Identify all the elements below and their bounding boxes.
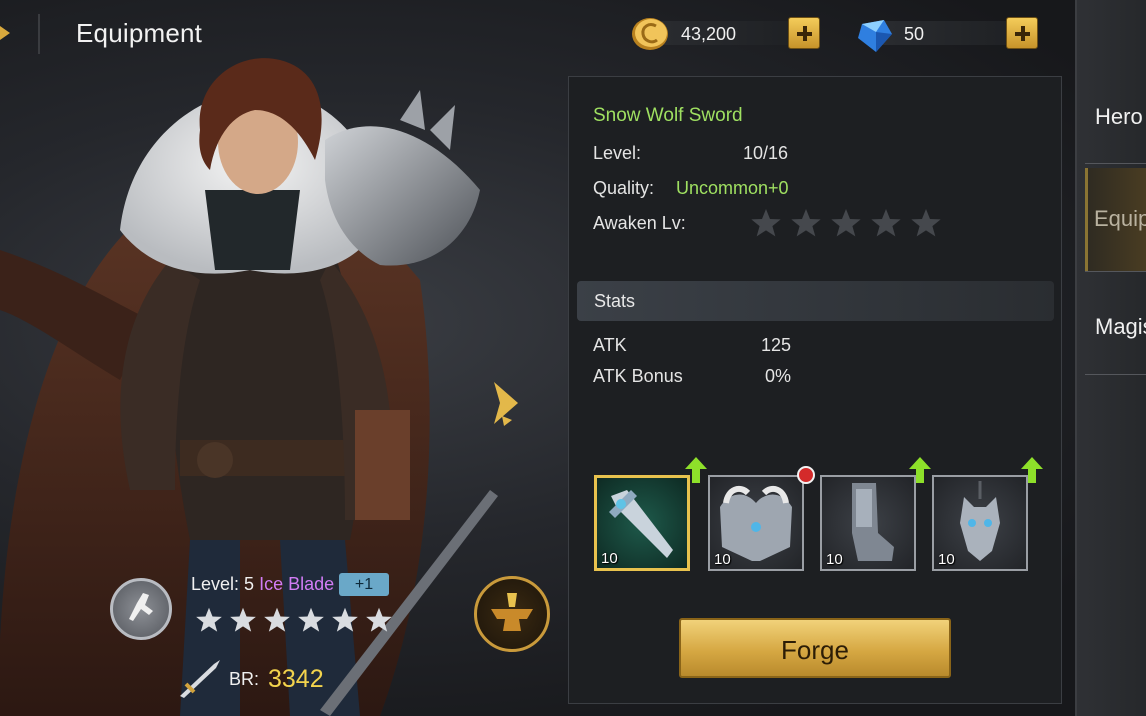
- top-bar: Equipment 43,200 50: [0, 0, 1075, 68]
- slot-level: 10: [826, 551, 843, 568]
- awaken-label: Awaken Lv:: [593, 213, 686, 233]
- equipment-slot-armor[interactable]: 10: [708, 475, 804, 571]
- hero-star-rating: [195, 606, 393, 634]
- add-gold-button[interactable]: [788, 17, 820, 49]
- upgrade-arrow-icon: [685, 457, 707, 483]
- stats-header-bar: Stats: [577, 281, 1054, 321]
- side-menu-equipment[interactable]: Equipment: [1085, 168, 1146, 272]
- gold-amount: 43,200: [681, 24, 737, 44]
- upgrade-arrow-icon: [909, 457, 931, 483]
- equipment-slot-boots[interactable]: 10: [820, 475, 916, 571]
- hero-level-line: Level: 5 Ice Blade: [191, 574, 334, 595]
- slot-level: 10: [714, 551, 731, 568]
- quality-value: Uncommon+0: [676, 178, 789, 198]
- star-icon: [751, 209, 781, 237]
- item-name: Snow Wolf Sword: [593, 105, 743, 126]
- stat-value: 0%: [765, 366, 792, 386]
- side-menu: Hero Equipment Magister: [1075, 0, 1146, 716]
- running-figure-icon: [129, 593, 153, 621]
- equipment-slot-amulet[interactable]: 10: [932, 475, 1028, 571]
- star-icon: [911, 209, 941, 237]
- gold-coin-icon: [632, 18, 668, 50]
- side-menu-divider: [1085, 271, 1146, 272]
- hero-plus-badge: +1: [339, 573, 389, 596]
- add-gem-button[interactable]: [1006, 17, 1038, 49]
- quality-label: Quality:: [593, 178, 655, 198]
- stat-label: ATK: [593, 335, 627, 355]
- back-arrow-icon[interactable]: [0, 22, 12, 44]
- upgrade-arrow-icon: [1021, 457, 1043, 483]
- hero-level: Level: 5: [191, 574, 255, 594]
- gem-amount: 50: [904, 24, 925, 44]
- anvil-forge-shortcut[interactable]: [474, 576, 550, 652]
- hero-class-name: Ice Blade: [259, 574, 335, 594]
- next-hero-arrow-icon[interactable]: [490, 376, 522, 430]
- blue-gem-icon: [858, 20, 892, 52]
- header-divider: [38, 14, 40, 54]
- star-icon: [230, 607, 256, 632]
- side-menu-hero[interactable]: Hero: [1085, 66, 1146, 170]
- star-icon: [332, 607, 358, 632]
- anvil-icon: [491, 593, 533, 631]
- star-icon: [366, 607, 392, 632]
- forge-button[interactable]: Forge: [679, 618, 951, 678]
- stats-header: Stats: [594, 291, 636, 311]
- forge-button-label: Forge: [781, 635, 849, 665]
- br-value: 3342: [268, 665, 324, 693]
- gem-currency: 50: [854, 16, 1044, 52]
- equipment-slot-sword[interactable]: 10: [594, 475, 690, 571]
- stat-label: ATK Bonus: [593, 366, 683, 386]
- side-menu-label: Equipment: [1094, 206, 1146, 231]
- star-icon: [264, 607, 290, 632]
- page-title: Equipment: [76, 18, 203, 48]
- side-menu-label: Magister: [1095, 314, 1146, 339]
- item-detail-panel: Snow Wolf Sword Level: 10/16 Quality: Un…: [568, 76, 1062, 704]
- slot-level: 10: [601, 550, 618, 567]
- awaken-star-rating: [750, 207, 942, 239]
- hero-skill-icon[interactable]: [110, 578, 172, 640]
- br-label: BR:: [229, 669, 260, 689]
- side-menu-divider: [1085, 374, 1146, 375]
- stat-value: 125: [761, 335, 792, 355]
- star-icon: [298, 607, 324, 632]
- side-menu-label: Hero: [1095, 104, 1143, 129]
- crossed-sword-icon: [180, 660, 220, 698]
- level-value: 10/16: [743, 143, 789, 163]
- star-icon: [196, 607, 222, 632]
- star-icon: [791, 209, 821, 237]
- side-menu-divider: [1085, 163, 1146, 164]
- side-menu-magister[interactable]: Magister: [1085, 274, 1146, 378]
- game-screen: Equipment 43,200 50 Level: 5 Ice Blade +…: [0, 0, 1146, 716]
- star-icon: [871, 209, 901, 237]
- notification-dot: [797, 466, 815, 484]
- level-label: Level:: [593, 143, 642, 163]
- slot-level: 10: [938, 551, 955, 568]
- gold-currency: 43,200: [631, 16, 821, 50]
- star-icon: [831, 209, 861, 237]
